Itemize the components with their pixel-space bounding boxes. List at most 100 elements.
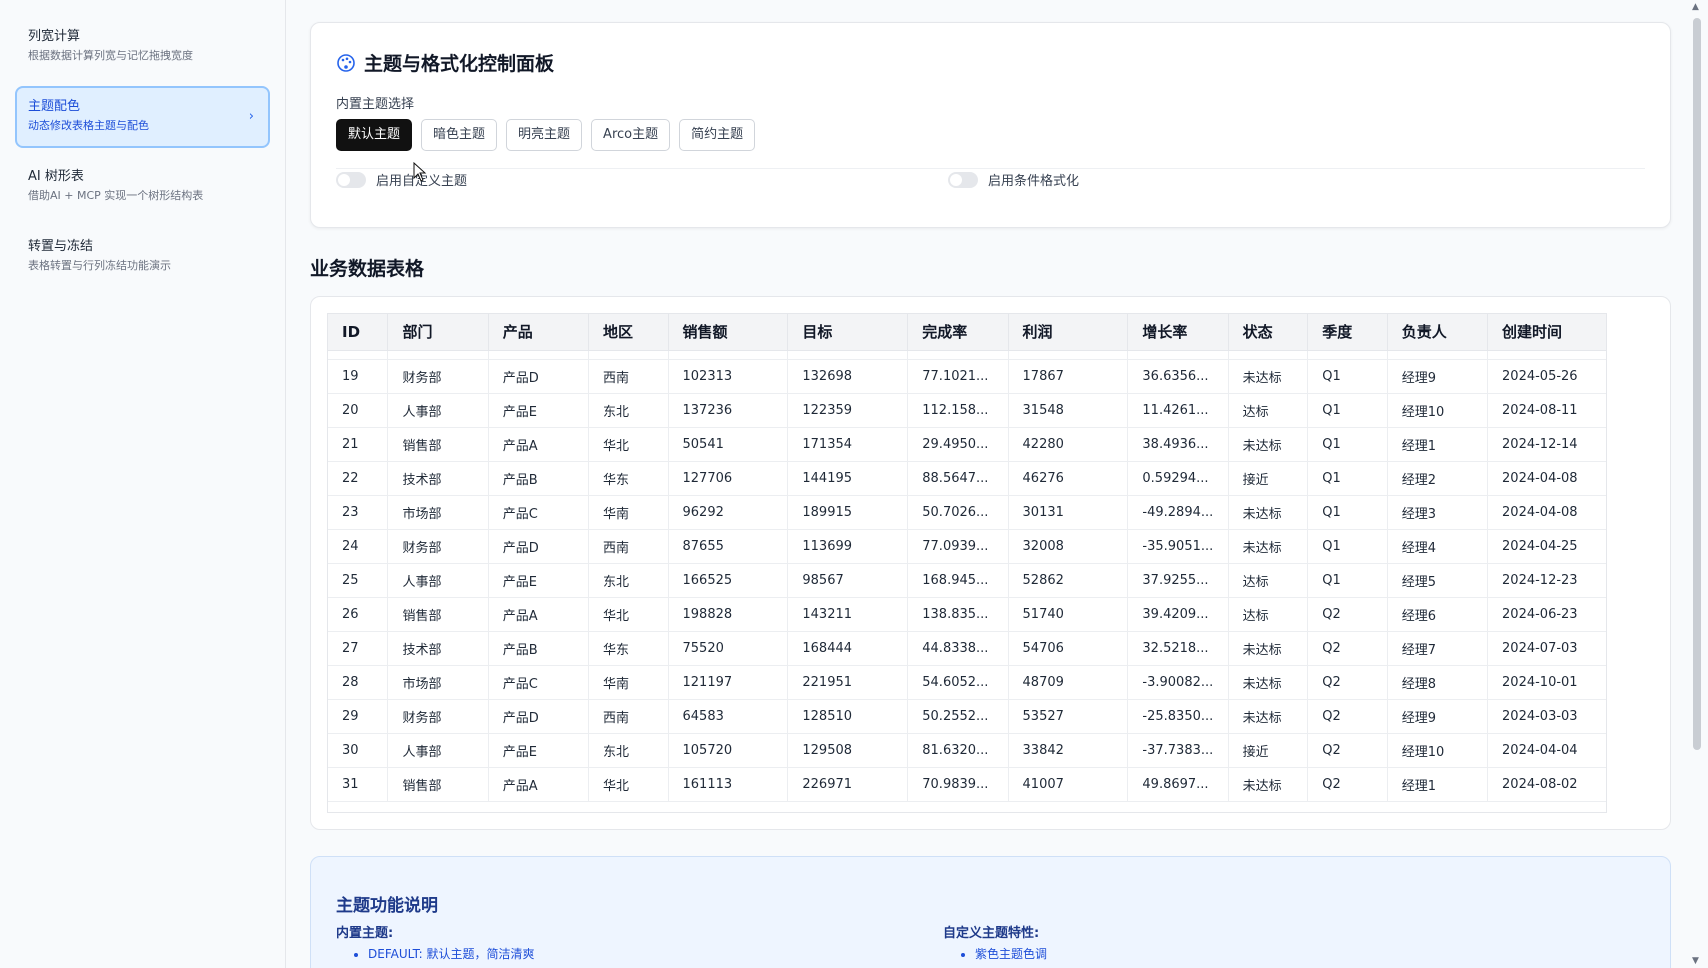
table-row[interactable]: 19 财务部 产品D 西南 102313 132698 77.1021... 17867 36.… [328,359,1606,394]
column-header[interactable]: 创建时间 [1487,314,1606,351]
table-cell: 54706 [1008,631,1129,666]
data-table: ID 部门 产品 地区 销售额 目标 完成率 利润 增长率 状态 季度 负责人 创建时间 19 财务部 产品… [328,314,1606,802]
table-cell: Q2 [1307,767,1388,802]
table-cell: 2024-05-26 [1487,359,1606,394]
divider [336,168,1645,169]
theme-dark-button[interactable]: 暗色主题 [421,119,498,151]
table-cell: 29 [328,699,389,734]
table-cell: 经理5 [1387,563,1489,598]
table-row[interactable]: 29 财务部 产品D 西南 64583 128510 50.2552... 53527 -25.… [328,699,1606,734]
table-cell: 未达标 [1228,699,1309,734]
column-header[interactable]: 负责人 [1387,314,1489,351]
table-cell: 经理6 [1387,597,1489,632]
table-cell: 销售部 [387,767,489,802]
custom-theme-heading: 自定义主题特性: [943,926,1040,941]
table-cell: 161113 [668,767,789,802]
column-header[interactable]: ID [328,314,389,351]
table-cell: Q2 [1307,733,1388,768]
sidebar-item-transpose[interactable]: 转置与冻结 表格转置与行列冻结功能演示 [15,226,270,288]
column-header[interactable]: 状态 [1228,314,1309,351]
table-cell: Q1 [1307,563,1388,598]
list-item: DEFAULT: 默认主题，简洁清爽 [368,945,535,963]
column-header[interactable]: 季度 [1307,314,1388,351]
table-cell: 接近 [1228,733,1309,768]
table-row[interactable]: 23 市场部 产品C 华南 96292 189915 50.7026... 30131 -49.… [328,495,1606,530]
theme-light-button[interactable]: 明亮主题 [506,119,583,151]
table-cell: 168.945... [907,563,1009,598]
table-row[interactable]: 28 市场部 产品C 华南 121197 221951 54.6052... 48709 -3.… [328,665,1606,700]
table-cell: 2024-04-08 [1487,495,1606,530]
scrollbar-thumb[interactable] [1693,18,1701,750]
table-cell: 未达标 [1228,631,1309,666]
scroll-down-icon[interactable]: ▼ [1692,956,1699,966]
table-row[interactable]: 27 技术部 产品B 华东 75520 168444 44.8338... 54706 32.5… [328,631,1606,666]
table-cell: 2024-04-08 [1487,461,1606,496]
custom-theme-toggle-row: 启用自定义主题 [336,170,467,189]
table-cell: 未达标 [1228,427,1309,462]
table-cell: 112.158... [907,393,1009,428]
table-row[interactable]: 30 人事部 产品E 东北 105720 129508 81.6320... 33842 -37… [328,733,1606,768]
table-row[interactable]: 24 财务部 产品D 西南 87655 113699 77.0939... 32008 -35.… [328,529,1606,564]
table-cell: 21 [328,427,389,462]
table-cell: 产品D [488,529,589,564]
table-cell: 销售部 [387,597,489,632]
column-header[interactable]: 完成率 [907,314,1009,351]
table-row[interactable]: 21 销售部 产品A 华北 50541 171354 29.4950... 42280 38.4… [328,427,1606,462]
table-cell: 52862 [1008,563,1129,598]
theme-arco-button[interactable]: Arco主题 [591,119,671,151]
table-cell: Q2 [1307,699,1388,734]
column-header[interactable]: 目标 [787,314,909,351]
table-cell: 121197 [668,665,789,700]
sidebar-item-column-width[interactable]: 列宽计算 根据数据计算列宽与记忆拖拽宽度 [15,16,270,78]
conditional-format-toggle[interactable] [948,171,978,188]
table-cell: 26 [328,597,389,632]
column-header[interactable]: 部门 [387,314,489,351]
theme-simple-button[interactable]: 简约主题 [679,119,756,151]
theme-description-card: 主题功能说明 内置主题: DEFAULT: 默认主题，简洁清爽 自定义主题特性:… [310,856,1671,968]
data-table-scroll[interactable]: ID 部门 产品 地区 销售额 目标 完成率 利润 增长率 状态 季度 负责人 创建时间 19 财务部 产品… [327,313,1607,813]
table-cell: 102313 [668,359,789,394]
table-row[interactable]: 31 销售部 产品A 华北 161113 226971 70.9839... 41007 49.… [328,767,1606,802]
table-cell: 53527 [1008,699,1129,734]
column-header[interactable]: 产品 [488,314,589,351]
custom-theme-toggle[interactable] [336,171,366,188]
table-row[interactable]: 22 技术部 产品B 华东 127706 144195 88.5647... 46276 0.5… [328,461,1606,496]
page-scrollbar[interactable]: ▲ ▼ [1686,0,1708,968]
table-cell: 产品E [488,563,589,598]
sidebar-item-title: 转置与冻结 [28,239,94,254]
scroll-up-icon[interactable]: ▲ [1692,2,1699,12]
table-cell: 经理9 [1387,699,1489,734]
table-cell: 东北 [588,563,669,598]
table-cell: 32.5218... [1127,631,1229,666]
column-header[interactable]: 增长率 [1127,314,1229,351]
custom-theme-notes: 自定义主题特性: 紫色主题色调 [943,922,1047,963]
column-header[interactable]: 销售额 [668,314,789,351]
table-row[interactable]: 26 销售部 产品A 华北 198828 143211 138.835... 51740 39.… [328,597,1606,632]
theme-button-group: 默认主题 暗色主题 明亮主题 Arco主题 简约主题 [336,119,756,151]
table-body: 19 财务部 产品D 西南 102313 132698 77.1021... 17867 36.… [328,350,1606,802]
table-cell: 财务部 [387,529,489,564]
table-cell: 98567 [787,563,909,598]
table-cell: 36.6356... [1127,359,1229,394]
table-row[interactable]: 20 人事部 产品E 东北 137236 122359 112.158... 31548 11.… [328,393,1606,428]
theme-default-button[interactable]: 默认主题 [336,119,413,151]
table-cell: 44.8338... [907,631,1009,666]
table-cell: 105720 [668,733,789,768]
table-cell: 137236 [668,393,789,428]
conditional-format-toggle-label: 启用条件格式化 [988,174,1080,189]
column-header[interactable]: 地区 [588,314,669,351]
table-row[interactable]: 25 人事部 产品E 东北 166525 98567 168.945... 52862 37.9… [328,563,1606,598]
sidebar-item-theme[interactable]: 主题配色 动态修改表格主题与配色 › [15,86,270,148]
column-header[interactable]: 利润 [1008,314,1129,351]
sidebar-item-desc: 根据数据计算列宽与记忆拖拽宽度 [28,49,193,62]
sidebar-item-desc: 动态修改表格主题与配色 [28,119,149,132]
table-cell: 人事部 [387,733,489,768]
table-cell: 113699 [787,529,909,564]
sidebar-item-ai-tree[interactable]: AI 树形表 借助AI + MCP 实现一个树形结构表 [15,156,270,218]
builtin-theme-heading: 内置主题: [336,926,394,941]
sidebar-item-title: AI 树形表 [28,169,84,184]
sidebar-item-title: 列宽计算 [28,29,81,44]
table-cell: 华北 [588,767,669,802]
table-cell: 市场部 [387,495,489,530]
table-cell: 25 [328,563,389,598]
